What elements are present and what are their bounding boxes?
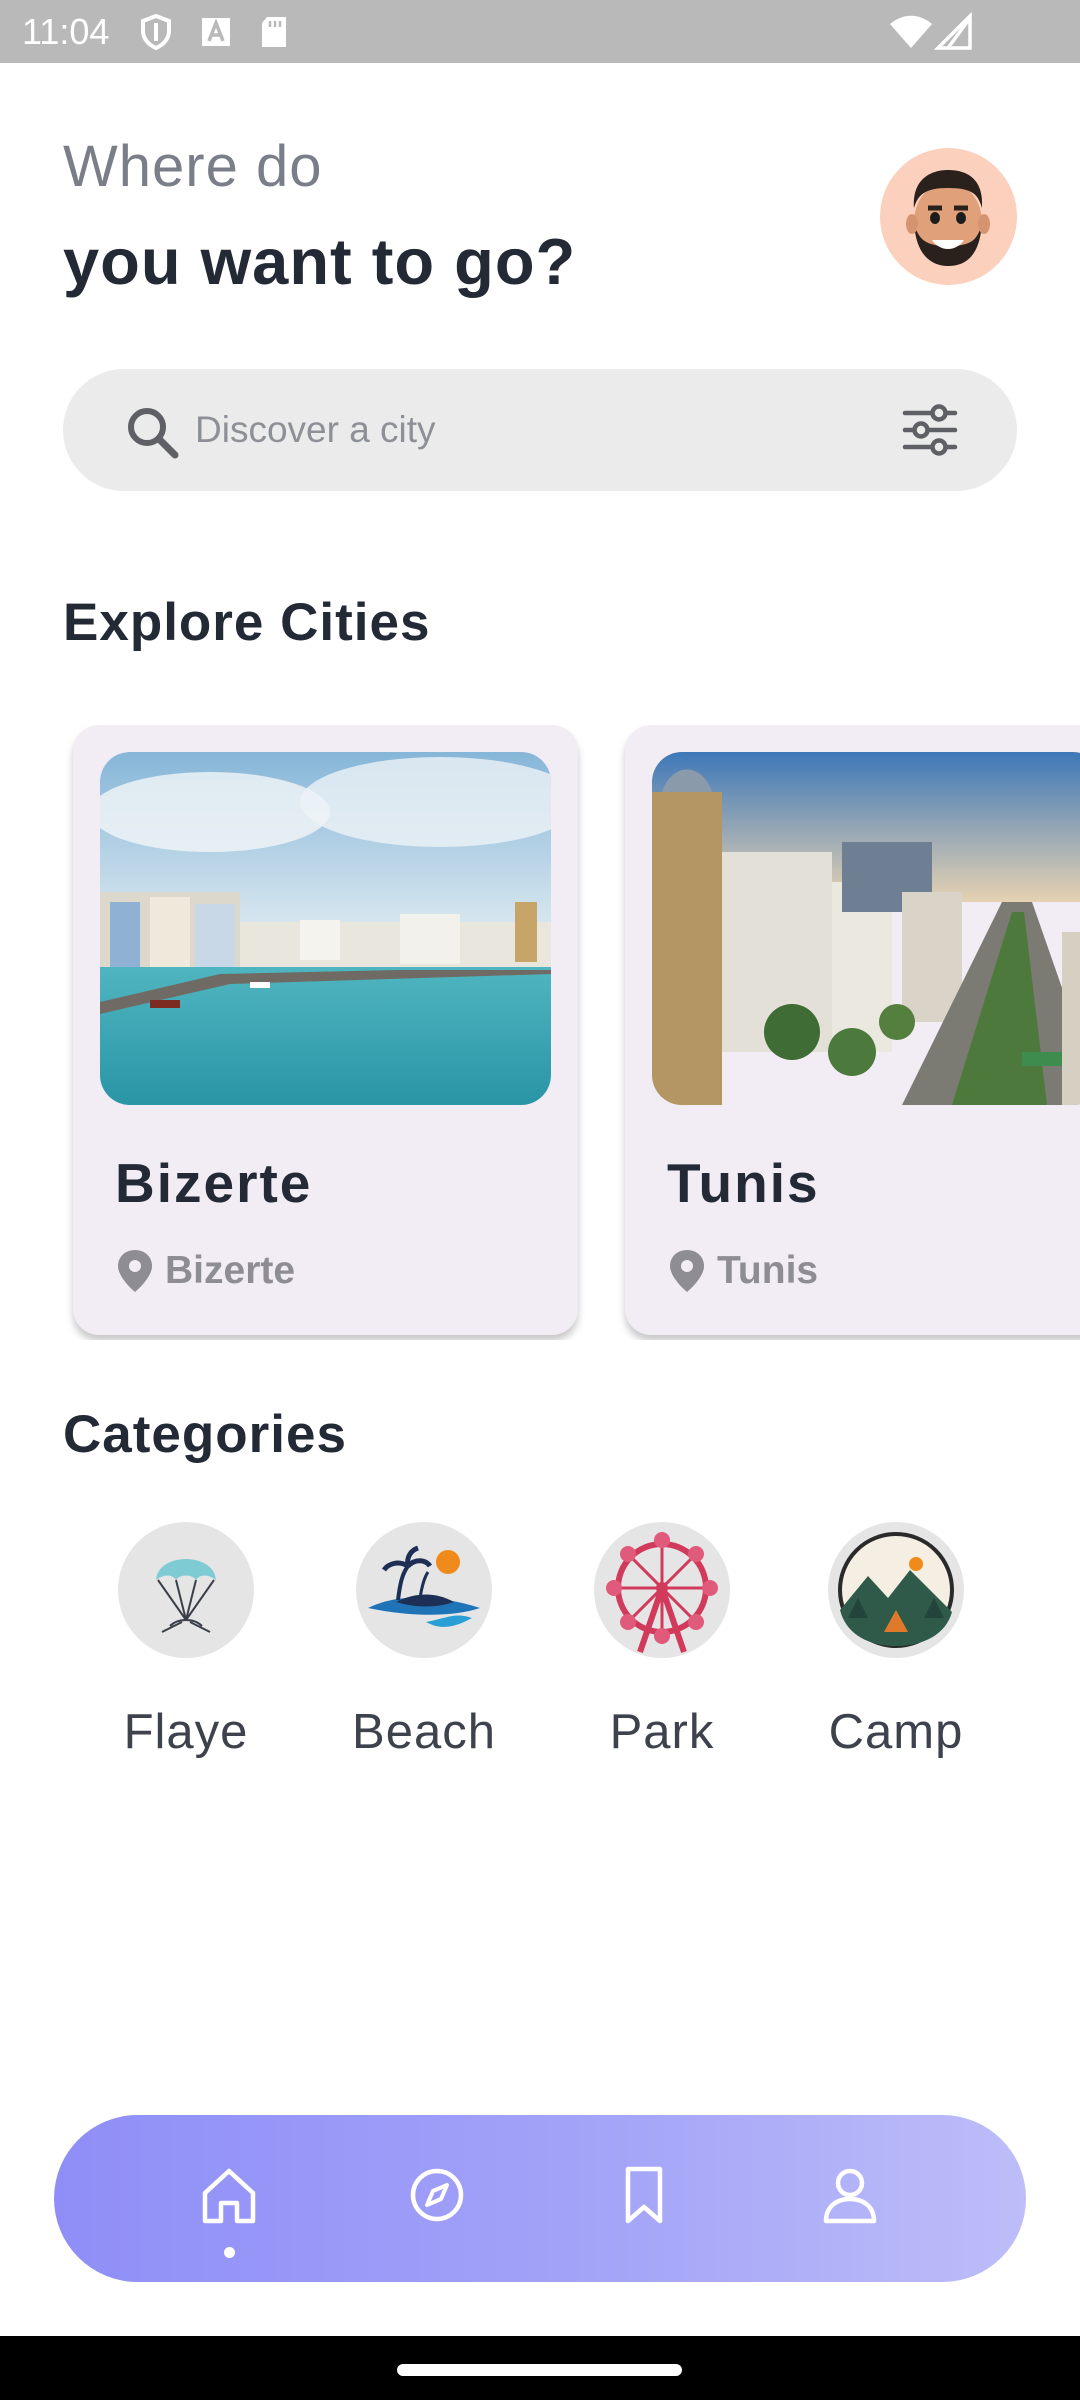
location-pin-icon [118, 1250, 152, 1292]
home-indicator[interactable] [397, 2364, 682, 2376]
category-park[interactable]: Park [562, 1522, 762, 1772]
parachute-icon[interactable] [118, 1522, 254, 1658]
category-label: Beach [352, 1705, 496, 1759]
explore-title: Explore Cities [63, 593, 431, 652]
category-beach[interactable]: Beach [324, 1522, 524, 1772]
sd-card-icon [262, 17, 286, 47]
greeting-line-1: Where do [63, 134, 323, 199]
nav-saved[interactable] [604, 2155, 684, 2235]
city-name: Bizerte [115, 1152, 313, 1214]
city-carousel[interactable]: Bizerte Bizerte Tunis Tunis [0, 725, 1080, 1340]
nav-explore[interactable] [397, 2155, 477, 2235]
city-photo-tunis [652, 752, 1080, 1105]
a-icon [202, 18, 230, 46]
search-icon[interactable] [123, 403, 181, 461]
ferris-wheel-icon[interactable] [594, 1522, 730, 1658]
memoji-avatar-icon [906, 170, 990, 266]
city-location-label: Tunis [717, 1249, 819, 1292]
signal-icon [934, 12, 972, 50]
beach-island-icon[interactable] [356, 1522, 492, 1658]
avatar[interactable] [880, 148, 1017, 285]
shield-icon [141, 13, 171, 51]
city-location: Tunis [667, 1243, 818, 1299]
search-bar[interactable] [63, 369, 1017, 491]
city-card-tunis[interactable]: Tunis Tunis [625, 725, 1080, 1335]
search-input[interactable] [193, 401, 793, 459]
location-pin-icon [670, 1250, 704, 1292]
city-photo-bizerte [100, 752, 551, 1105]
camping-tent-icon[interactable] [828, 1522, 964, 1658]
category-label: Flaye [123, 1705, 249, 1759]
city-location: Bizerte [115, 1243, 295, 1299]
filter-sliders-icon[interactable] [899, 399, 961, 461]
category-camp[interactable]: Camp [796, 1522, 996, 1772]
system-navigation-bar [0, 2336, 1080, 2400]
status-bar: 11:04 [0, 0, 1080, 63]
bookmark-icon[interactable] [612, 2163, 676, 2227]
profile-icon[interactable] [818, 2163, 882, 2227]
greeting-line-2: you want to go? [63, 225, 577, 298]
home-icon[interactable] [197, 2163, 261, 2227]
wifi-icon [890, 15, 932, 48]
status-time: 11:04 [22, 11, 110, 52]
nav-profile[interactable] [810, 2155, 890, 2235]
city-location-label: Bizerte [165, 1249, 296, 1292]
city-name: Tunis [667, 1152, 820, 1214]
category-label: Park [609, 1705, 715, 1759]
city-card-bizerte[interactable]: Bizerte Bizerte [73, 725, 578, 1335]
active-indicator-dot [224, 2247, 235, 2258]
compass-icon[interactable] [405, 2163, 469, 2227]
bottom-navigation [54, 2115, 1026, 2282]
nav-home[interactable] [189, 2155, 269, 2258]
categories-title: Categories [63, 1405, 347, 1464]
category-label: Camp [828, 1705, 964, 1759]
category-flaye[interactable]: Flaye [86, 1522, 286, 1772]
